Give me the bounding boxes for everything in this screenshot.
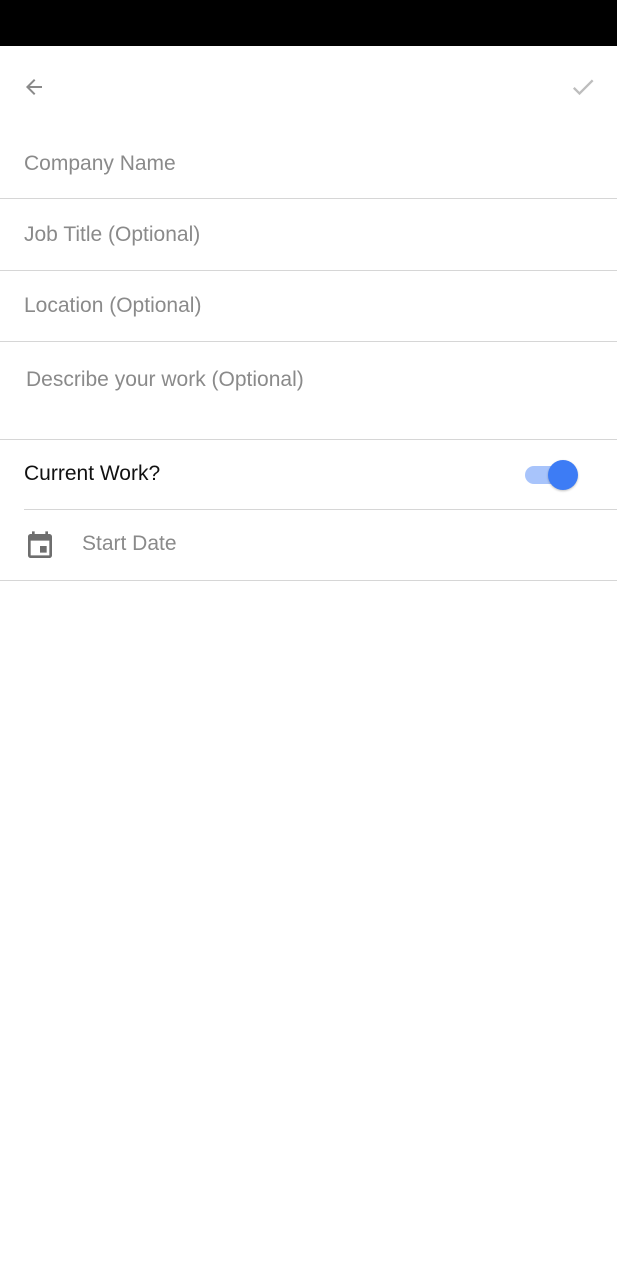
location-input[interactable] xyxy=(24,292,584,320)
job-title-input[interactable] xyxy=(24,221,584,249)
back-button[interactable] xyxy=(14,67,54,107)
start-date-placeholder: Start Date xyxy=(82,532,177,555)
save-button[interactable] xyxy=(563,67,603,107)
description-input[interactable] xyxy=(26,368,586,398)
location-field-row xyxy=(0,271,617,342)
current-work-toggle[interactable] xyxy=(524,460,580,490)
calendar-icon xyxy=(28,531,52,558)
current-work-label: Current Work? xyxy=(24,462,161,485)
job-title-field-row xyxy=(0,199,617,271)
status-bar xyxy=(0,0,617,46)
description-field-row xyxy=(0,342,617,440)
toggle-thumb xyxy=(548,460,578,490)
arrow-back-icon xyxy=(26,79,42,95)
company-name-input[interactable] xyxy=(24,150,584,178)
check-icon xyxy=(572,79,594,96)
company-name-field-row xyxy=(0,126,617,199)
start-date-field[interactable]: Start Date xyxy=(0,510,617,581)
